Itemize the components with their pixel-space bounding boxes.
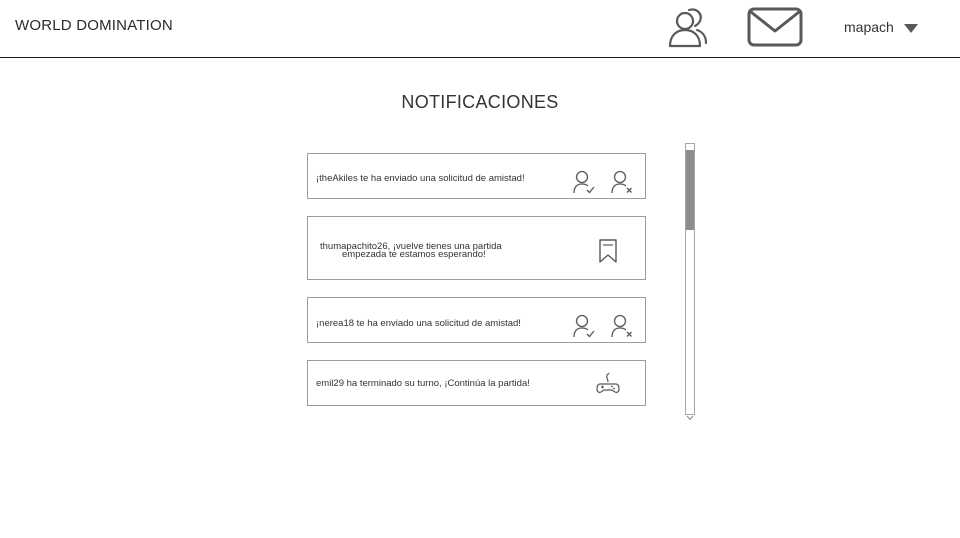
notifications-scrollbar[interactable] (685, 143, 695, 421)
reject-friend-icon (611, 314, 632, 338)
caret-down-icon (903, 23, 918, 33)
user-menu[interactable]: mapach (844, 17, 918, 37)
accept-friend-icon (573, 314, 595, 338)
accept-friend-button[interactable] (572, 169, 596, 195)
resume-game-button[interactable] (596, 238, 620, 264)
notification-text: ¡nerea18 te ha enviado una solicitud de … (316, 318, 521, 329)
friends-button[interactable] (666, 6, 710, 48)
users-icon (668, 8, 708, 48)
notification-item: emil29 ha terminado su turno, ¡Continúa … (307, 360, 646, 406)
accept-friend-icon (573, 170, 595, 194)
notification-item: ¡nerea18 te ha enviado una solicitud de … (307, 297, 646, 343)
reject-friend-button[interactable] (610, 313, 634, 339)
continue-game-button[interactable] (596, 371, 620, 397)
page-title: NOTIFICACIONES (401, 92, 559, 112)
brand-title[interactable]: WORLD DOMINATION (15, 17, 173, 34)
envelope-icon (747, 7, 803, 47)
accept-friend-button[interactable] (572, 313, 596, 339)
scroll-thumb[interactable] (686, 150, 694, 230)
scroll-down-arrow[interactable] (686, 408, 694, 421)
notification-text: ¡theAkiles te ha enviado una solicitud d… (316, 173, 525, 184)
reject-friend-button[interactable] (610, 169, 634, 195)
notification-text: emil29 ha terminado su turno, ¡Continúa … (316, 378, 530, 389)
notification-item: ¡theAkiles te ha enviado una solicitud d… (307, 153, 646, 199)
bookmark-icon (599, 239, 617, 263)
chevron-down-icon (686, 415, 694, 421)
notifications-page: WORLD DOMINATION mapach NOTIFICACIONES ¡… (0, 0, 960, 538)
reject-friend-icon (611, 170, 632, 194)
username-label: mapach (844, 19, 894, 35)
notification-item: thumapachito26, ¡vuelve tienes una parti… (307, 216, 646, 280)
top-bar: WORLD DOMINATION mapach (0, 0, 960, 58)
gamepad-icon (596, 372, 620, 393)
messages-button[interactable] (746, 6, 804, 48)
notification-text-line2: empezada te estamos esperando! (342, 249, 486, 260)
